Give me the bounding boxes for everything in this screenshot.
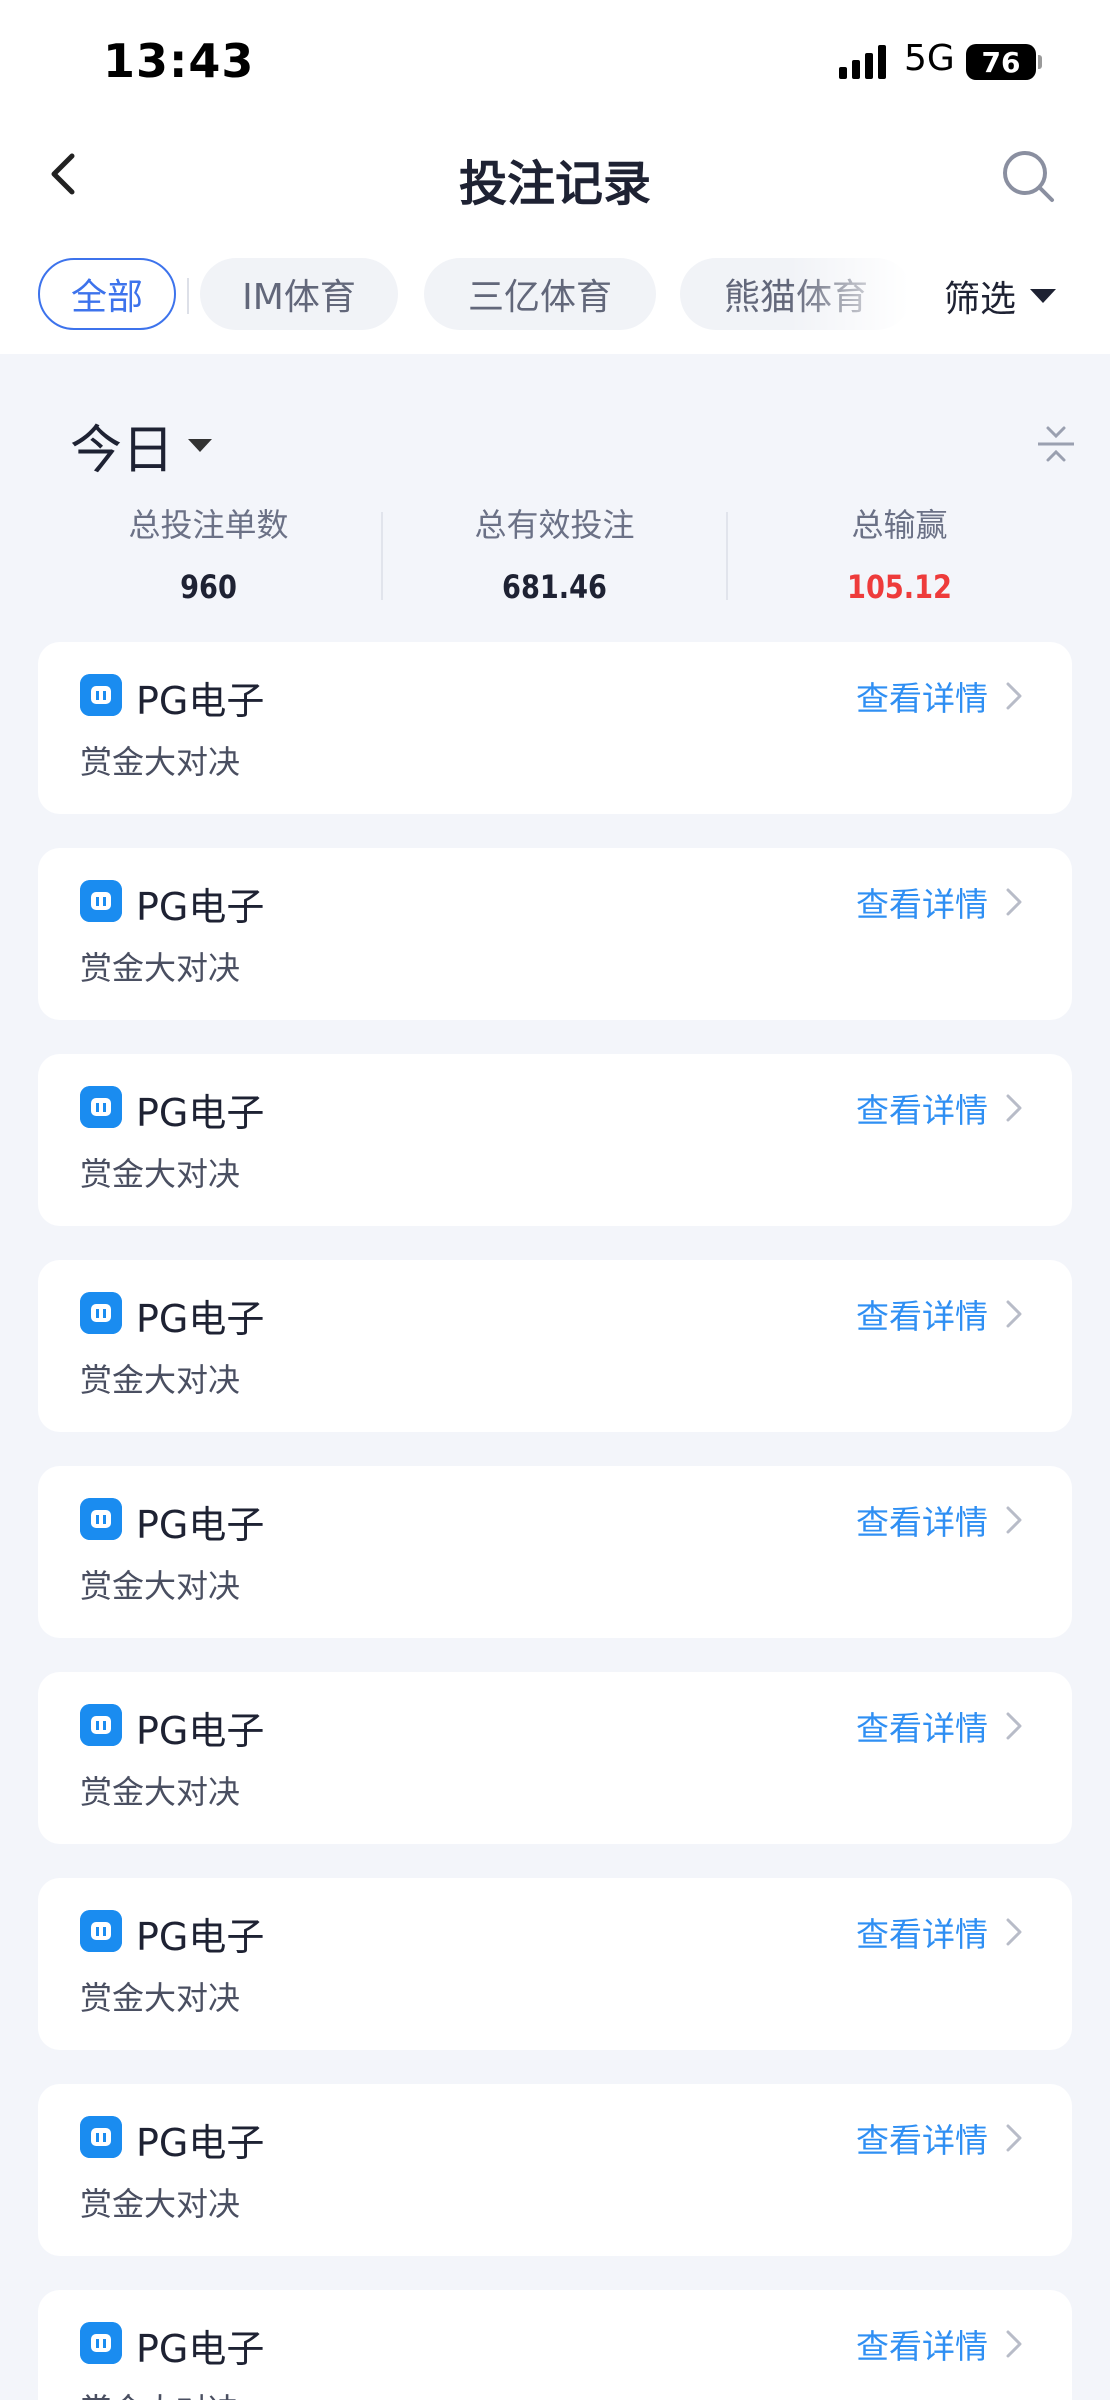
caret-down-icon xyxy=(188,438,213,452)
signal-icon xyxy=(839,45,886,79)
record-game: 赏金大对决 xyxy=(80,1979,241,2017)
chevron-right-icon xyxy=(1006,1506,1022,1534)
stat-value: 681.46 xyxy=(502,568,607,606)
record-game: 赏金大对决 xyxy=(80,743,241,781)
record-provider: PG电子 xyxy=(136,2121,265,2165)
record-game: 赏金大对决 xyxy=(80,949,241,987)
period-selector[interactable]: 今日 xyxy=(70,410,213,481)
view-details-link[interactable]: 查看详情 xyxy=(856,878,988,926)
record-game: 赏金大对决 xyxy=(80,2185,241,2223)
chevron-right-icon xyxy=(1006,888,1022,916)
view-details-link[interactable]: 查看详情 xyxy=(856,1496,988,1544)
bet-record-card[interactable]: PG电子 查看详情 赏金大对决 xyxy=(38,2084,1072,2256)
stat-value: 960 xyxy=(180,568,237,606)
bet-record-card[interactable]: PG电子 查看详情 赏金大对决 xyxy=(38,848,1072,1020)
nav-header: 投注记录 xyxy=(0,118,1110,236)
bet-record-card[interactable]: PG电子 查看详情 赏金大对决 xyxy=(38,642,1072,814)
stat-label: 总有效投注 xyxy=(474,506,635,544)
stat-total-bets: 总投注单数 960 xyxy=(36,500,381,606)
tab-all[interactable]: 全部 xyxy=(38,258,176,330)
bet-record-card[interactable]: PG电子 查看详情 赏金大对决 xyxy=(38,1878,1072,2050)
stat-label: 总输赢 xyxy=(851,506,948,544)
status-bar: 13:43 5G 76 xyxy=(0,0,1110,118)
filter-button[interactable]: 筛选 xyxy=(944,266,1057,326)
chevron-right-icon xyxy=(1006,1094,1022,1122)
status-time: 13:43 xyxy=(103,34,255,88)
tabs-fade-overlay xyxy=(790,252,930,340)
view-details-link[interactable]: 查看详情 xyxy=(856,1702,988,1750)
stat-win-loss: 总输赢 105.12 xyxy=(727,500,1072,606)
chevron-right-icon xyxy=(1006,1712,1022,1740)
summary-stats: 总投注单数 960 总有效投注 681.46 总输赢 105.12 xyxy=(36,500,1072,610)
game-provider-icon xyxy=(80,1704,122,1746)
game-provider-icon xyxy=(80,1910,122,1952)
bet-record-card[interactable]: PG电子 查看详情 赏金大对决 xyxy=(38,1466,1072,1638)
record-provider: PG电子 xyxy=(136,679,265,723)
bet-record-card[interactable]: PG电子 查看详情 赏金大对决 xyxy=(38,2290,1072,2400)
record-game: 赏金大对决 xyxy=(80,2385,240,2400)
view-details-link[interactable]: 查看详情 xyxy=(856,1290,988,1338)
game-provider-icon xyxy=(80,1086,122,1128)
filter-label: 筛选 xyxy=(944,279,1017,320)
record-game: 赏金大对决 xyxy=(80,1155,241,1193)
record-provider: PG电子 xyxy=(136,1503,265,1547)
game-provider-icon xyxy=(80,1292,122,1334)
game-provider-icon xyxy=(80,2322,122,2364)
tab-divider xyxy=(187,278,189,314)
game-provider-icon xyxy=(80,674,122,716)
game-provider-icon xyxy=(80,880,122,922)
record-provider: PG电子 xyxy=(136,885,265,929)
stat-valid-bets: 总有效投注 681.46 xyxy=(382,500,727,606)
search-icon[interactable] xyxy=(1000,148,1056,204)
back-arrow-icon[interactable] xyxy=(40,144,90,204)
battery-cap xyxy=(1038,55,1042,69)
record-game: 赏金大对决 xyxy=(80,1567,241,1605)
record-provider: PG电子 xyxy=(136,1709,265,1753)
tab-im-sports[interactable]: IM体育 xyxy=(200,258,398,330)
stat-label: 总投注单数 xyxy=(128,506,289,544)
chevron-right-icon xyxy=(1006,2330,1022,2358)
period-label: 今日 xyxy=(70,420,175,481)
record-provider: PG电子 xyxy=(136,1297,265,1341)
collapse-icon[interactable] xyxy=(1034,422,1078,466)
battery-level: 76 xyxy=(981,45,1021,79)
chevron-right-icon xyxy=(1006,1918,1022,1946)
record-provider: PG电子 xyxy=(136,2327,265,2371)
chevron-right-icon xyxy=(1006,1300,1022,1328)
caret-down-icon xyxy=(1030,289,1057,303)
bet-record-card[interactable]: PG电子 查看详情 赏金大对决 xyxy=(38,1054,1072,1226)
record-provider: PG电子 xyxy=(136,1091,265,1135)
view-details-link[interactable]: 查看详情 xyxy=(856,1084,988,1132)
bet-record-card[interactable]: PG电子 查看详情 赏金大对决 xyxy=(38,1672,1072,1844)
view-details-link[interactable]: 查看详情 xyxy=(856,672,988,720)
record-provider: PG电子 xyxy=(136,1915,265,1959)
game-provider-icon xyxy=(80,2116,122,2158)
view-details-link[interactable]: 查看详情 xyxy=(856,1908,988,1956)
bet-record-card[interactable]: PG电子 查看详情 赏金大对决 xyxy=(38,1260,1072,1432)
view-details-link[interactable]: 查看详情 xyxy=(856,2320,988,2368)
network-type: 5G xyxy=(904,38,955,79)
record-game: 赏金大对决 xyxy=(80,1361,241,1399)
view-details-link[interactable]: 查看详情 xyxy=(856,2114,988,2162)
stat-value: 105.12 xyxy=(847,568,952,606)
provider-tabs: 全部 IM体育 三亿体育 熊猫体育 筛选 xyxy=(0,236,1110,354)
page-title: 投注记录 xyxy=(458,156,651,212)
record-game: 赏金大对决 xyxy=(80,1773,241,1811)
battery-icon: 76 xyxy=(966,44,1036,80)
tab-sanyi-sports[interactable]: 三亿体育 xyxy=(424,258,656,330)
chevron-right-icon xyxy=(1006,2124,1022,2152)
game-provider-icon xyxy=(80,1498,122,1540)
chevron-right-icon xyxy=(1006,682,1022,710)
